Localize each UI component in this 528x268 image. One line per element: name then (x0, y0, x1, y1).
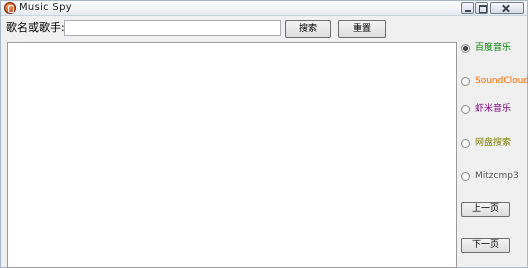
source-radio-baidu[interactable]: 百度音乐 (461, 42, 511, 54)
source-radio-xiami[interactable]: 虾米音乐 (461, 103, 511, 115)
source-label: 虾米音乐 (475, 104, 512, 114)
search-button[interactable]: 搜索 (285, 20, 331, 38)
maximize-button[interactable] (475, 2, 488, 14)
source-label: 网盘搜索 (475, 138, 512, 148)
previous-page-button[interactable]: 上一页 (461, 202, 510, 217)
radio-button-icon (461, 104, 470, 114)
title-bar[interactable]: Music Spy (1, 1, 527, 16)
source-radio-mitzcmp3[interactable]: Mitzcmp3 (461, 170, 519, 182)
source-radio-soundcloud[interactable]: SoundCloud (461, 75, 528, 87)
search-input[interactable] (64, 20, 281, 36)
next-page-button[interactable]: 下一页 (461, 238, 510, 253)
results-list[interactable] (7, 42, 457, 268)
minimize-button[interactable] (461, 2, 474, 14)
source-label: Mitzcmp3 (475, 171, 519, 181)
search-label: 歌名或歌手: (6, 21, 65, 34)
radio-button-icon (461, 76, 470, 86)
app-logo-icon (4, 2, 16, 14)
radio-button-icon (461, 171, 470, 181)
radio-button-icon (461, 43, 470, 53)
app-window: Music Spy 歌名或歌手: 搜索 重置 百度音乐 SoundCloud 虾… (0, 0, 528, 268)
source-radio-netdisk[interactable]: 网盘搜索 (461, 137, 511, 149)
source-label: 百度音乐 (475, 43, 512, 53)
source-label: SoundCloud (475, 76, 528, 86)
reset-button[interactable]: 重置 (338, 20, 386, 38)
window-title: Music Spy (19, 2, 72, 13)
radio-button-icon (461, 138, 470, 148)
close-button[interactable] (490, 2, 524, 14)
